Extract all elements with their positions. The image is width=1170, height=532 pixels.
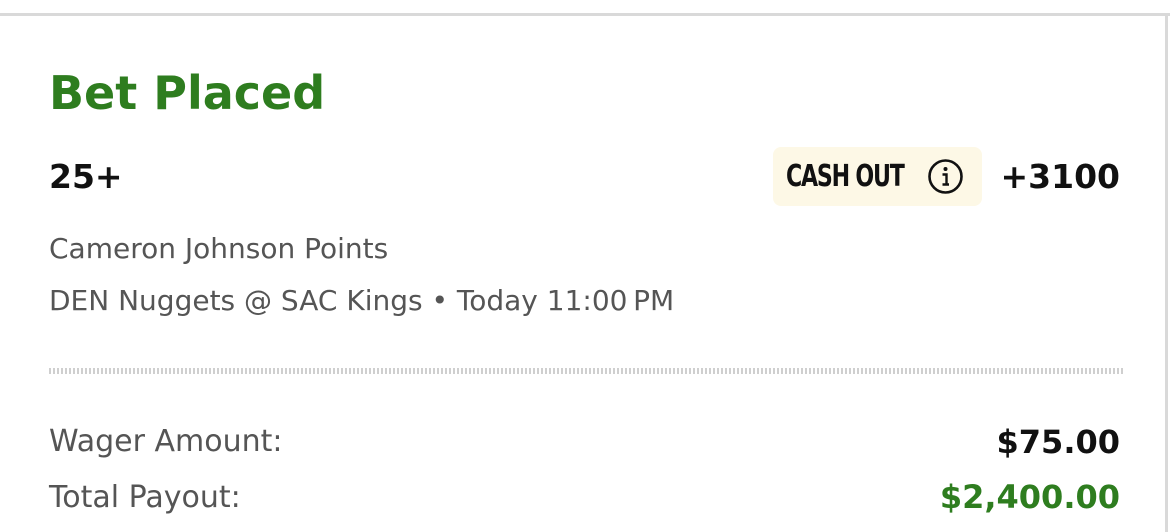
wager-amount-label: Wager Amount:: [49, 424, 283, 459]
card-right-border: [1165, 13, 1168, 532]
bet-selection: 25+: [49, 157, 123, 196]
cash-out-label: CASH OUT: [786, 159, 905, 194]
total-payout-value: $2,400.00: [939, 478, 1120, 516]
dotted-divider: [49, 368, 1124, 374]
total-payout-label: Total Payout:: [49, 480, 241, 515]
cash-out-button[interactable]: CASH OUT: [773, 147, 982, 206]
bet-market: Cameron Johnson Points: [49, 232, 389, 265]
bet-odds: +3100: [1000, 157, 1121, 196]
wager-amount-value: $75.00: [996, 423, 1120, 461]
card-top-border: [0, 13, 1170, 16]
bet-status-title: Bet Placed: [49, 66, 326, 120]
info-circle-icon[interactable]: [927, 158, 964, 195]
bet-event: DEN Nuggets @ SAC Kings • Today 11:00 PM: [49, 284, 675, 317]
